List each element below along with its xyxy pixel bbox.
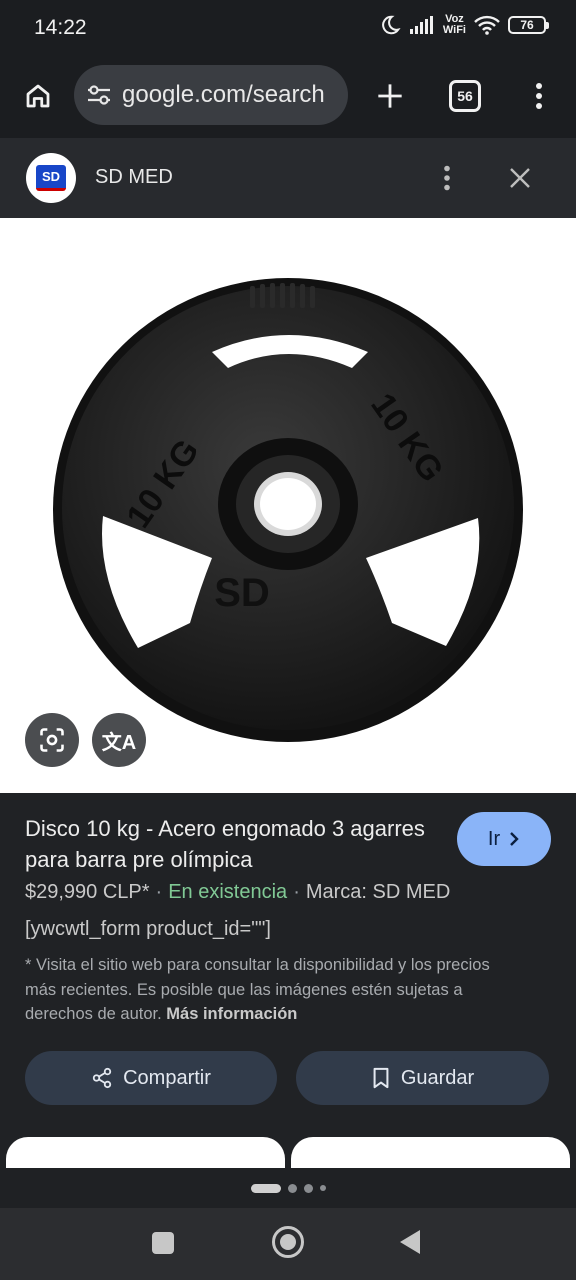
site-more-button[interactable]: [432, 160, 462, 196]
close-button[interactable]: [502, 160, 538, 196]
plus-icon: [378, 84, 402, 108]
plate-brand: SD: [214, 571, 270, 615]
disclaimer: * Visita el sitio web para consultar la …: [25, 953, 525, 1027]
share-label: Compartir: [123, 1066, 211, 1089]
status-time: 14:22: [34, 16, 87, 39]
share-icon: [92, 1067, 112, 1089]
page-dot: [287, 1183, 297, 1193]
translate-icon[interactable]: 文A: [92, 713, 146, 767]
tabs-icon[interactable]: 56: [449, 80, 481, 112]
new-tab-button[interactable]: [370, 76, 410, 116]
page-indicator: [0, 1168, 576, 1208]
lens-icon: [40, 728, 64, 752]
status-icons: Voz WiFi 76: [379, 14, 549, 36]
browser-menu-button[interactable]: [522, 76, 556, 116]
signal-icon: [409, 16, 433, 34]
status-bar: 14:22 Voz WiFi 76: [0, 0, 576, 56]
wifi-icon: [474, 15, 500, 35]
page-dot: [303, 1183, 313, 1193]
browser-toolbar: google.com/search 56: [0, 56, 576, 138]
tune-icon[interactable]: [86, 83, 112, 107]
go-button[interactable]: Ir: [457, 812, 551, 866]
home-icon: [26, 84, 50, 108]
product-title[interactable]: Disco 10 kg - Acero engomado 3 agarres p…: [25, 813, 435, 875]
product-info-panel: Disco 10 kg - Acero engomado 3 agarres p…: [0, 793, 576, 1177]
dnd-moon-icon: [382, 15, 401, 35]
bookmark-icon: [373, 1067, 389, 1089]
save-label: Guardar: [400, 1066, 475, 1089]
back-button[interactable]: [400, 1230, 420, 1254]
site-header: SD SD MED: [0, 138, 576, 218]
more-vert-icon: [444, 165, 450, 191]
site-name[interactable]: SD MED: [95, 166, 173, 189]
battery-icon: 76: [508, 16, 549, 34]
chevron-right-icon: [510, 832, 519, 846]
product-image-area[interactable]: 10 KG 10 KG SD 文A: [0, 218, 576, 793]
close-icon: [510, 168, 530, 188]
system-nav-bar: [0, 1208, 576, 1280]
url-text: google.com/search: [122, 81, 325, 108]
url-bar[interactable]: google.com/search: [74, 65, 348, 125]
weight-plate-image: 10 KG 10 KG SD: [53, 278, 523, 742]
recents-button[interactable]: [152, 1232, 174, 1254]
lens-button[interactable]: [25, 713, 79, 767]
more-info-link[interactable]: Más información: [166, 1005, 297, 1023]
home-button[interactable]: [18, 76, 58, 116]
voz-wifi-label: Voz WiFi: [443, 14, 466, 36]
product-price: $29,990 CLP*: [25, 881, 150, 903]
share-button[interactable]: Compartir: [25, 1051, 277, 1105]
wifi-text: WiFi: [442, 24, 466, 36]
system-home-button[interactable]: [272, 1226, 304, 1258]
save-button[interactable]: Guardar: [296, 1051, 549, 1105]
product-shortcode: [ywcwtl_form product_id=""]: [25, 918, 271, 940]
more-vert-icon: [536, 83, 542, 109]
page-dot: [319, 1185, 326, 1191]
stock-status: En existencia: [168, 881, 288, 903]
site-logo[interactable]: SD: [26, 153, 76, 203]
page-dot-active: [250, 1183, 281, 1193]
product-meta: $29,990 CLP* · En existencia · Marca: SD MED: [25, 881, 451, 903]
go-button-label: Ir: [487, 827, 501, 850]
site-logo-text: SD: [36, 165, 66, 191]
product-brand: Marca: SD MED: [305, 881, 451, 903]
